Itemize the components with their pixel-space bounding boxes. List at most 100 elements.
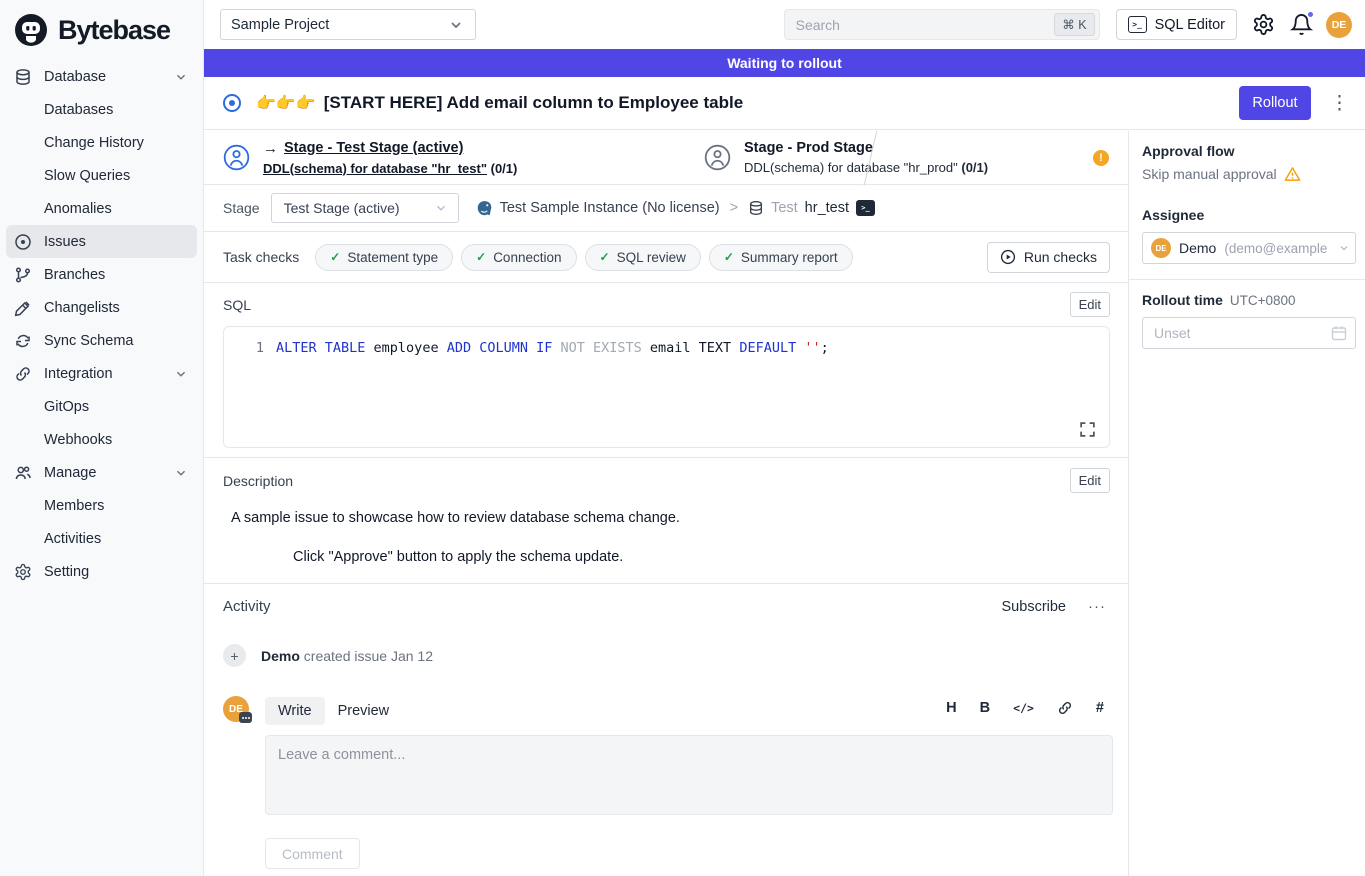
assignee-stage-icon — [704, 144, 731, 171]
brand[interactable]: Bytebase — [0, 0, 203, 56]
assignee-label: Assignee — [1142, 207, 1356, 223]
check-pill-statement-type[interactable]: ✓ Statement type — [315, 244, 453, 271]
sidebar-item-branches[interactable]: Branches — [6, 258, 197, 291]
sidebar-item-integration[interactable]: Integration — [6, 357, 197, 390]
rollout-time-label: Rollout time — [1142, 292, 1223, 308]
instance-name[interactable]: Test Sample Instance (No license) — [500, 200, 720, 216]
branch-icon — [14, 266, 32, 284]
description-section: Description Edit A sample issue to showc… — [204, 458, 1128, 584]
timezone: UTC+0800 — [1230, 293, 1296, 308]
issue-icon — [14, 233, 32, 251]
comment-submit-button[interactable]: Comment — [265, 838, 360, 869]
sql-editor[interactable]: 1 ALTER TABLE employee ADD COLUMN IF NOT… — [223, 326, 1110, 448]
run-checks-button[interactable]: Run checks — [987, 242, 1110, 273]
sidebar-item-setting[interactable]: Setting — [6, 555, 197, 588]
subscribe-button[interactable]: Subscribe — [1002, 599, 1066, 615]
sidebar-item-manage[interactable]: Manage — [6, 456, 197, 489]
sidebar-item-activities[interactable]: Activities — [6, 522, 197, 555]
sidebar-item-changelists[interactable]: Changelists — [6, 291, 197, 324]
plus-icon: + — [223, 644, 246, 667]
check-pill-sql-review[interactable]: ✓ SQL review — [585, 244, 701, 271]
search-input[interactable] — [784, 9, 1100, 40]
chevron-down-icon — [433, 200, 449, 216]
stage-card-prod[interactable]: Stage - Prod Stage DDL(schema) for datab… — [688, 141, 988, 175]
sync-icon — [14, 332, 32, 350]
more-icon[interactable]: ··· — [1088, 598, 1106, 615]
description-edit-button[interactable]: Edit — [1070, 468, 1110, 493]
issue-title: [START HERE] Add email column to Employe… — [324, 93, 743, 113]
sql-edit-button[interactable]: Edit — [1070, 292, 1110, 317]
check-pill-summary-report[interactable]: ✓ Summary report — [709, 244, 853, 271]
chevron-down-icon — [447, 16, 465, 34]
stage-pipeline: → Stage - Test Stage (active) DDL(schema… — [204, 131, 1128, 185]
sidebar-item-members[interactable]: Members — [6, 489, 197, 522]
calendar-icon — [1330, 324, 1348, 342]
brand-name: Bytebase — [58, 15, 170, 46]
stage-progress: (0/1) — [491, 161, 518, 176]
sidebar-item-issues[interactable]: Issues — [6, 225, 197, 258]
hash-icon[interactable]: # — [1096, 700, 1104, 716]
chevron-down-icon — [173, 465, 189, 481]
check-icon: ✓ — [330, 250, 340, 264]
database-icon — [748, 200, 764, 216]
search: ⌘ K — [784, 9, 1100, 40]
stage-card-test[interactable]: → Stage - Test Stage (active) DDL(schema… — [204, 141, 664, 175]
task-checks-row: Task checks ✓ Statement type ✓ Connectio… — [204, 232, 1128, 283]
sql-label: SQL — [223, 297, 251, 313]
sidebar-item-sync-schema[interactable]: Sync Schema — [6, 324, 197, 357]
expand-icon[interactable] — [1079, 421, 1096, 438]
kebab-menu-icon[interactable]: ⋮ — [1330, 94, 1349, 113]
open-sql-editor-icon[interactable]: >_ — [856, 200, 875, 216]
rollout-time-input[interactable] — [1142, 317, 1356, 349]
task-checks-label: Task checks — [223, 249, 299, 265]
tab-write[interactable]: Write — [265, 697, 325, 725]
tab-preview[interactable]: Preview — [325, 697, 403, 725]
line-number: 1 — [224, 340, 264, 356]
bold-icon[interactable]: B — [980, 700, 990, 716]
check-icon: ✓ — [724, 250, 734, 264]
rollout-button[interactable]: Rollout — [1239, 86, 1311, 120]
activity-entry: + Demo created issue Jan 12 — [223, 644, 1110, 667]
user-avatar[interactable]: DE — [1326, 12, 1352, 38]
database-name[interactable]: hr_test — [805, 200, 849, 216]
sidebar-item-webhooks[interactable]: Webhooks — [6, 423, 197, 456]
play-circle-icon — [1000, 249, 1016, 265]
sidebar-item-gitops[interactable]: GitOps — [6, 390, 197, 423]
heading-icon[interactable]: H — [946, 700, 956, 716]
description-paragraph: Click "Approve" button to apply the sche… — [293, 549, 1110, 565]
project-selector[interactable]: Sample Project — [220, 9, 476, 40]
current-stage-arrow-icon: → — [263, 141, 278, 156]
sidebar-item-databases[interactable]: Databases — [6, 93, 197, 126]
activity-section: Activity Subscribe ··· + Demo created is… — [204, 584, 1128, 869]
stage-task-detail: DDL(schema) for database "hr_prod" — [744, 160, 958, 175]
sql-editor-button[interactable]: >_ SQL Editor — [1116, 9, 1237, 40]
database-breadcrumb: Test Sample Instance (No license) > Test… — [476, 200, 875, 217]
assignee-select[interactable]: DE Demo (demo@example — [1142, 232, 1356, 264]
sidebar-item-slow-queries[interactable]: Slow Queries — [6, 159, 197, 192]
sql-section: SQL Edit 1 ALTER TABLE employee ADD COLU… — [204, 283, 1128, 458]
approval-flow-label: Approval flow — [1142, 143, 1356, 159]
sidebar-item-change-history[interactable]: Change History — [6, 126, 197, 159]
comment-input[interactable] — [265, 735, 1113, 815]
link-icon — [14, 365, 32, 383]
activity-user: Demo — [261, 648, 300, 664]
assignee-email: (demo@example — [1224, 241, 1329, 256]
sidebar-item-database[interactable]: Database — [6, 60, 197, 93]
search-shortcut-badge: ⌘ K — [1054, 13, 1094, 36]
link-icon[interactable] — [1057, 700, 1073, 716]
code-icon[interactable]: </> — [1013, 701, 1034, 715]
notifications-bell-icon[interactable] — [1290, 13, 1313, 36]
check-icon: ✓ — [600, 250, 610, 264]
check-pill-connection[interactable]: ✓ Connection — [461, 244, 576, 271]
stage-name: Stage - Prod Stage — [744, 141, 988, 156]
settings-gear-icon[interactable] — [1252, 13, 1275, 36]
stage-task-link[interactable]: DDL(schema) for database "hr_test" — [263, 161, 487, 176]
stage-name[interactable]: Stage - Test Stage (active) — [284, 141, 463, 156]
sidebar-item-anomalies[interactable]: Anomalies — [6, 192, 197, 225]
breadcrumb-separator: > — [730, 200, 738, 216]
issue-side-panel: Approval flow Skip manual approval Assig… — [1128, 131, 1365, 876]
check-icon: ✓ — [476, 250, 486, 264]
stage-select[interactable]: Test Stage (active) — [271, 193, 459, 223]
gear-icon — [14, 563, 32, 581]
topbar: Sample Project ⌘ K >_ SQL Editor DE — [204, 0, 1365, 49]
